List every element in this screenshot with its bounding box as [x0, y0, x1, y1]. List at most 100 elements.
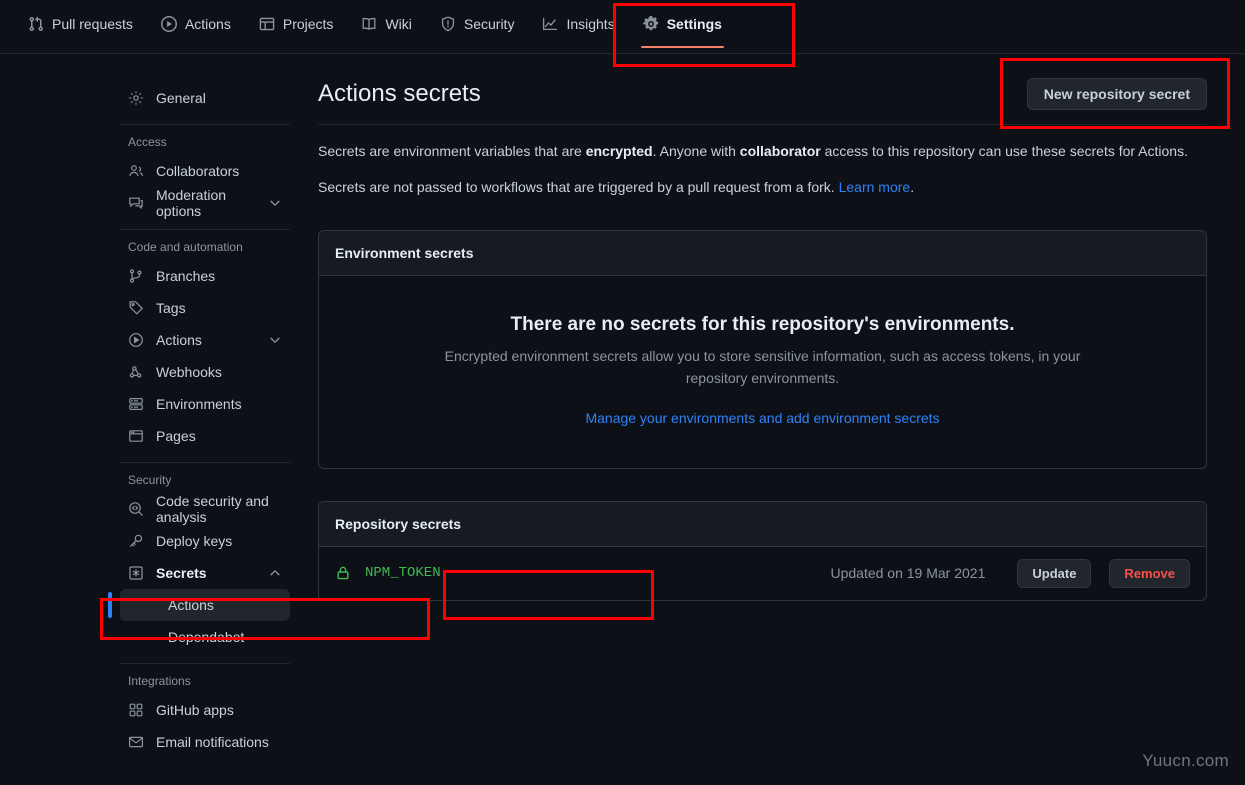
lock-icon: [335, 565, 351, 581]
sidebar-item-label: Tags: [156, 300, 282, 316]
asterisk-box-icon: [128, 565, 144, 581]
sidebar-item-webhooks[interactable]: Webhooks: [120, 356, 290, 388]
chevron-up-icon[interactable]: [268, 566, 282, 580]
chevron-down-icon[interactable]: [268, 196, 282, 210]
sidebar-item-tags[interactable]: Tags: [120, 292, 290, 324]
empty-state-title: There are no secrets for this repository…: [339, 314, 1186, 336]
play-circle-icon: [128, 332, 144, 348]
sidebar-item-label: Email notifications: [156, 734, 282, 750]
sidebar-item-moderation-options[interactable]: Moderation options: [120, 187, 290, 219]
environment-secrets-empty-state: There are no secrets for this repository…: [319, 276, 1206, 467]
sidebar-item-label: Environments: [156, 396, 282, 412]
sidebar-item-github-apps[interactable]: GitHub apps: [120, 694, 290, 726]
desc-part-2: . Anyone with: [653, 143, 740, 159]
secret-name-cell[interactable]: NPM_TOKEN: [335, 565, 820, 581]
secrets-description-2: Secrets are not passed to workflows that…: [318, 177, 1207, 199]
nav-tab-label: Pull requests: [52, 16, 133, 32]
mail-icon: [128, 734, 144, 750]
sidebar-item-collaborators[interactable]: Collaborators: [120, 155, 290, 187]
play-circle-icon: [161, 16, 177, 32]
sidebar-item-label: Code security and analysis: [156, 493, 282, 525]
remove-secret-button[interactable]: Remove: [1109, 559, 1190, 588]
sidebar-heading-code-and-automation: Code and automation: [120, 240, 290, 254]
table-icon: [259, 16, 275, 32]
book-icon: [361, 16, 377, 32]
desc-fork-tail: .: [910, 179, 914, 195]
repository-secrets-card: Repository secrets NPM_TOKEN Updated on …: [318, 501, 1207, 601]
empty-state-subtitle: Encrypted environment secrets allow you …: [413, 346, 1113, 389]
desc-part-1: Secrets are environment variables that a…: [318, 143, 586, 159]
secrets-description-1: Secrets are environment variables that a…: [318, 141, 1207, 163]
page-body: General Access Collaborators Moderation …: [0, 54, 1245, 758]
top-navigation: Pull requests Actions Projects Wiki Secu…: [0, 0, 1245, 54]
nav-tab-wiki[interactable]: Wiki: [347, 0, 425, 47]
sidebar-divider: [120, 663, 290, 664]
sidebar-item-secrets[interactable]: Secrets: [120, 557, 290, 589]
learn-more-link[interactable]: Learn more: [839, 179, 911, 195]
people-icon: [128, 163, 144, 179]
environment-secrets-header: Environment secrets: [319, 231, 1206, 276]
nav-tab-pull-requests[interactable]: Pull requests: [14, 0, 147, 47]
sidebar-heading-integrations: Integrations: [120, 674, 290, 688]
nav-tab-label: Insights: [566, 16, 614, 32]
sidebar-item-email-notifications[interactable]: Email notifications: [120, 726, 290, 758]
desc-bold-collaborator: collaborator: [740, 143, 821, 159]
key-icon: [128, 533, 144, 549]
page-title: Actions secrets: [318, 80, 481, 108]
gear-icon: [643, 16, 659, 32]
sidebar-subitem-label: Actions: [168, 597, 214, 613]
sidebar-item-deploy-keys[interactable]: Deploy keys: [120, 525, 290, 557]
environment-secrets-card: Environment secrets There are no secrets…: [318, 230, 1207, 468]
manage-environments-link[interactable]: Manage your environments and add environ…: [585, 410, 939, 426]
sidebar-subitem-label: Dependabot: [168, 629, 244, 645]
nav-tab-label: Actions: [185, 16, 231, 32]
comment-icon: [128, 195, 144, 211]
sidebar-divider: [120, 124, 290, 125]
nav-tab-settings[interactable]: Settings: [629, 0, 736, 47]
secret-name: NPM_TOKEN: [365, 565, 441, 581]
codescan-icon: [128, 501, 144, 517]
secret-updated-text: Updated on 19 Mar 2021: [830, 565, 985, 581]
sidebar-heading-access: Access: [120, 135, 290, 149]
apps-grid-icon: [128, 702, 144, 718]
main-content: Actions secrets New repository secret Se…: [310, 64, 1245, 758]
sidebar-divider: [120, 462, 290, 463]
sidebar-heading-security: Security: [120, 473, 290, 487]
sidebar-item-code-security-and-analysis[interactable]: Code security and analysis: [120, 493, 290, 525]
git-branch-icon: [128, 268, 144, 284]
sidebar-subitem-secrets-dependabot[interactable]: Dependabot: [120, 621, 290, 653]
server-icon: [128, 396, 144, 412]
sidebar-item-pages[interactable]: Pages: [120, 420, 290, 452]
sidebar-item-general[interactable]: General: [120, 82, 290, 114]
repository-secrets-header: Repository secrets: [319, 502, 1206, 547]
nav-tab-label: Projects: [283, 16, 334, 32]
nav-tab-label: Wiki: [385, 16, 411, 32]
settings-sidebar: General Access Collaborators Moderation …: [0, 64, 310, 758]
chevron-down-icon[interactable]: [268, 333, 282, 347]
nav-tab-actions[interactable]: Actions: [147, 0, 245, 47]
sidebar-item-actions[interactable]: Actions: [120, 324, 290, 356]
nav-tab-label: Security: [464, 16, 515, 32]
webhook-icon: [128, 364, 144, 380]
update-secret-button[interactable]: Update: [1017, 559, 1091, 588]
nav-tab-insights[interactable]: Insights: [528, 0, 628, 47]
main-header: Actions secrets New repository secret: [318, 78, 1207, 125]
empty-state-link-wrap: Manage your environments and add environ…: [339, 410, 1186, 426]
nav-tab-projects[interactable]: Projects: [245, 0, 348, 47]
new-repository-secret-button[interactable]: New repository secret: [1027, 78, 1207, 110]
table-row: NPM_TOKEN Updated on 19 Mar 2021 Update …: [319, 547, 1206, 600]
sidebar-item-label: Actions: [156, 332, 256, 348]
sidebar-item-label: Moderation options: [156, 187, 256, 219]
graph-icon: [542, 16, 558, 32]
git-pull-request-icon: [28, 16, 44, 32]
sidebar-item-branches[interactable]: Branches: [120, 260, 290, 292]
nav-tab-security[interactable]: Security: [426, 0, 529, 47]
sidebar-item-label: Branches: [156, 268, 282, 284]
sidebar-subitem-secrets-actions[interactable]: Actions: [120, 589, 290, 621]
sidebar-item-label: Webhooks: [156, 364, 282, 380]
sidebar-item-environments[interactable]: Environments: [120, 388, 290, 420]
sidebar-item-label: Deploy keys: [156, 533, 282, 549]
nav-tab-label: Settings: [667, 16, 722, 32]
sidebar-item-label: Secrets: [156, 565, 256, 581]
gear-icon: [128, 90, 144, 106]
